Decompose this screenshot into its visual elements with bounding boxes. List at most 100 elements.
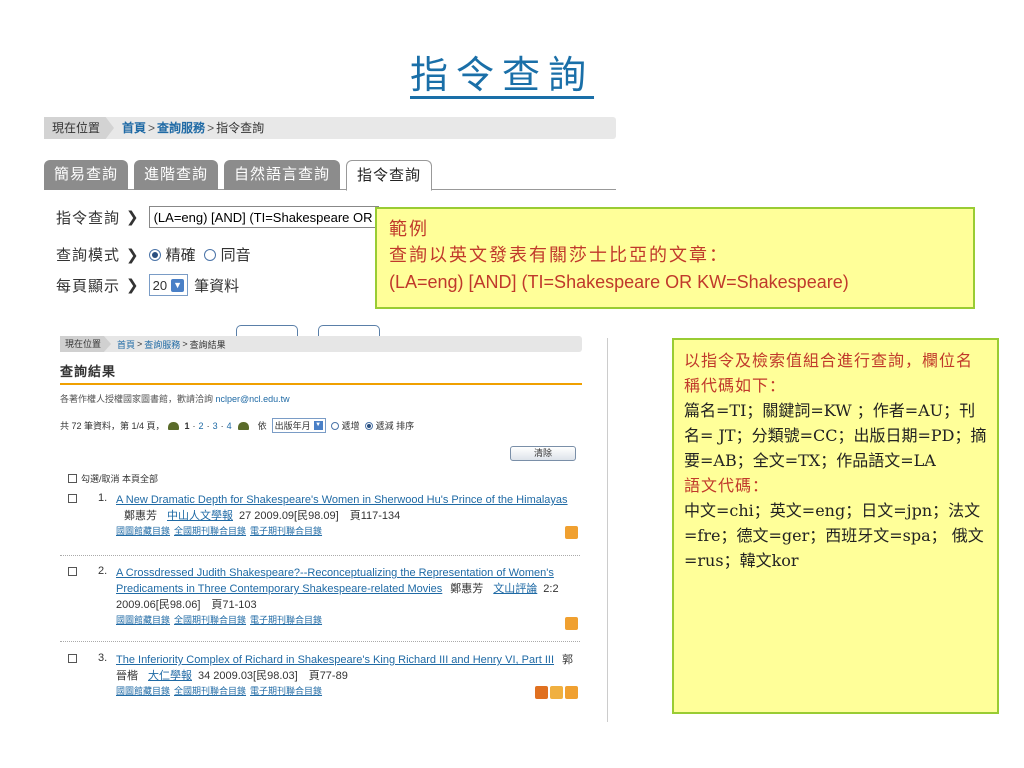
mode-exact-label: 精確 — [165, 247, 196, 264]
catalog-link-union[interactable]: 全國期刊聯合目錄 — [174, 526, 246, 536]
command-input[interactable] — [148, 206, 379, 228]
catalog-link-ncl[interactable]: 國圖館藏目錄 — [116, 526, 170, 536]
catalog-link-union[interactable]: 全國期刊聯合目錄 — [174, 615, 246, 625]
item-title-link[interactable]: The Inferiority Complex of Richard in Sh… — [116, 654, 554, 666]
tab-advanced-search[interactable]: 進階查詢 — [134, 160, 219, 190]
results-breadcrumb: 現在位置 首頁 > 查詢服務 > 查詢結果 — [60, 336, 582, 352]
mode-exact-radio[interactable]: 精確 — [148, 244, 196, 265]
list-item: 1. A New Dramatic Depth for Shakespeare'… — [68, 492, 580, 552]
results-count: 共 72 筆資料，第 1/4 頁， — [60, 421, 165, 431]
contact-email-link[interactable]: nclper@ncl.edu.tw — [216, 394, 290, 404]
copyright-note-text: 各著作權人授權國家圖書館，歡請洽詢 — [60, 394, 216, 404]
perpage-label: 每頁顯示 — [56, 277, 121, 295]
field-codes-list: 篇名=TI；關鍵詞=KW ；作者=AU；刊名= JT；分類號=CC；出版日期=P… — [684, 401, 987, 470]
example-title: 範例 — [389, 219, 429, 240]
sort-label: 依 — [257, 421, 267, 431]
results-stats: 共 72 筆資料，第 1/4 頁， 1 · 2 · 3 · 4 依 出版年月 ▼ 遞增 … — [60, 418, 582, 433]
item-number: 1. — [98, 492, 108, 504]
results-breadcrumb-separator: > — [182, 339, 188, 349]
item-journal-link[interactable]: 中山人文學報 — [167, 510, 233, 522]
catalog-link-ncl[interactable]: 國圖館藏目錄 — [116, 615, 170, 625]
perpage-row: 每頁顯示 ❯ 20 ▼ 筆資料 — [56, 274, 239, 296]
item-checkbox[interactable] — [68, 567, 77, 576]
select-all-label: 勾選/取消 本頁全部 — [81, 474, 159, 484]
catalog-link-ejournal[interactable]: 電子期刊聯合目錄 — [250, 615, 322, 625]
chevron-down-icon: ▼ — [313, 421, 323, 430]
item-journal-link[interactable]: 大仁學報 — [148, 670, 192, 682]
select-all-checkbox[interactable] — [68, 474, 77, 483]
example-command: (LA=eng) [AND] (TI=Shakespeare OR KW=Sha… — [389, 272, 849, 292]
item-divider — [60, 555, 580, 556]
panel-divider — [607, 338, 608, 722]
perpage-select[interactable]: 20 ▼ — [148, 274, 189, 296]
item-meta: 34 2009.03[民98.03] 頁77-89 — [198, 670, 348, 682]
tab-simple-search[interactable]: 簡易查詢 — [44, 160, 129, 190]
item-author: 鄭惠芳 — [124, 510, 157, 522]
results-breadcrumb-home-link[interactable]: 首頁 — [117, 338, 135, 351]
pdf-icon[interactable] — [535, 686, 548, 699]
item-title-link[interactable]: A Crossdressed Judith Shakespeare?--Reco… — [116, 567, 554, 595]
search-icon[interactable] — [565, 686, 578, 699]
document-icon[interactable] — [550, 686, 563, 699]
breadcrumb-here: 現在位置 — [44, 117, 115, 139]
catalog-link-ejournal[interactable]: 電子期刊聯合目錄 — [250, 686, 322, 696]
radio-icon — [203, 248, 216, 261]
example-callout: 範例 查詢以英文發表有關莎士比亞的文章： (LA=eng) [AND] (TI=… — [375, 207, 975, 309]
search-icon[interactable] — [565, 617, 578, 630]
page-2[interactable]: 2 — [199, 421, 204, 431]
field-codes-intro: 以指令及檢索值組合進行查詢，欄位名稱代碼如下： — [684, 351, 974, 395]
perpage-value: 20 — [152, 277, 168, 293]
catalog-link-ncl[interactable]: 國圖館藏目錄 — [116, 686, 170, 696]
last-page-icon[interactable] — [237, 421, 249, 430]
tab-natural-language-search[interactable]: 自然語言查詢 — [224, 160, 341, 190]
catalog-link-union[interactable]: 全國期刊聯合目錄 — [174, 686, 246, 696]
command-row: 指令查詢 ❯ — [56, 206, 379, 228]
sort-descending-radio[interactable]: 遞減 排序 — [364, 419, 414, 432]
results-breadcrumb-service-link[interactable]: 查詢服務 — [144, 338, 180, 351]
sort-ascending-label: 遞增 — [341, 421, 360, 431]
item-meta: 27 2009.09[民98.09] 頁117-134 — [239, 510, 401, 522]
item-author: 鄭惠芳 — [450, 583, 484, 595]
example-description: 查詢以英文發表有關莎士比亞的文章： — [389, 245, 729, 266]
tab-command-search[interactable]: 指令查詢 — [346, 160, 433, 191]
results-heading: 查詢結果 — [60, 361, 582, 385]
clear-button[interactable]: 清除 — [510, 446, 576, 461]
first-page-icon[interactable] — [167, 421, 179, 430]
item-title-link[interactable]: A New Dramatic Depth for Shakespeare's W… — [116, 494, 568, 506]
results-breadcrumb-current: 查詢結果 — [189, 339, 226, 350]
item-journal-link[interactable]: 文山評論 — [493, 583, 537, 595]
breadcrumb-home-link[interactable]: 首頁 — [122, 117, 146, 139]
mode-label: 查詢模式 — [56, 247, 121, 264]
catalog-links: 國圖館藏目錄 全國期刊聯合目錄 電子期刊聯合目錄 — [116, 613, 578, 627]
sort-ascending-radio[interactable]: 遞增 — [330, 419, 360, 432]
results-breadcrumb-here: 現在位置 — [60, 336, 112, 352]
results-breadcrumb-separator: > — [137, 339, 143, 349]
field-codes-callout: 以指令及檢索值組合進行查詢，欄位名稱代碼如下： 篇名=TI；關鍵詞=KW ；作者… — [672, 338, 999, 714]
chevron-right-icon: ❯ — [126, 246, 139, 264]
breadcrumb-service-link[interactable]: 查詢服務 — [157, 117, 205, 139]
item-icons — [565, 526, 578, 539]
radio-icon — [330, 421, 339, 430]
results-panel: 現在位置 首頁 > 查詢服務 > 查詢結果 查詢結果 各著作權人授權國家圖書館，… — [60, 336, 582, 718]
perpage-unit: 筆資料 — [194, 277, 240, 295]
item-icons — [535, 686, 578, 699]
catalog-link-ejournal[interactable]: 電子期刊聯合目錄 — [250, 526, 322, 536]
list-item: 2. A Crossdressed Judith Shakespeare?--R… — [68, 565, 580, 635]
search-icon[interactable] — [565, 526, 578, 539]
item-checkbox[interactable] — [68, 654, 77, 663]
language-codes-heading: 語文代碼： — [684, 476, 770, 495]
breadcrumb: 現在位置 首頁 > 查詢服務 > 指令查詢 — [44, 117, 616, 139]
page-4[interactable]: 4 — [227, 421, 232, 431]
radio-selected-icon — [148, 248, 161, 261]
catalog-links: 國圖館藏目錄 全國期刊聯合目錄 電子期刊聯合目錄 — [116, 684, 578, 698]
select-all-row[interactable]: 勾選/取消 本頁全部 — [68, 472, 158, 485]
command-label: 指令查詢 — [56, 209, 121, 227]
slide-title: 指令查詢 — [410, 53, 595, 97]
sort-field-select[interactable]: 出版年月 ▼ — [271, 418, 326, 433]
page-1[interactable]: 1 — [185, 421, 190, 431]
catalog-links: 國圖館藏目錄 全國期刊聯合目錄 電子期刊聯合目錄 — [116, 524, 578, 538]
mode-homophone-radio[interactable]: 同音 — [203, 244, 251, 265]
mode-row: 查詢模式 ❯ 精確 同音 — [56, 244, 259, 265]
item-checkbox[interactable] — [68, 494, 77, 503]
page-3[interactable]: 3 — [213, 421, 218, 431]
